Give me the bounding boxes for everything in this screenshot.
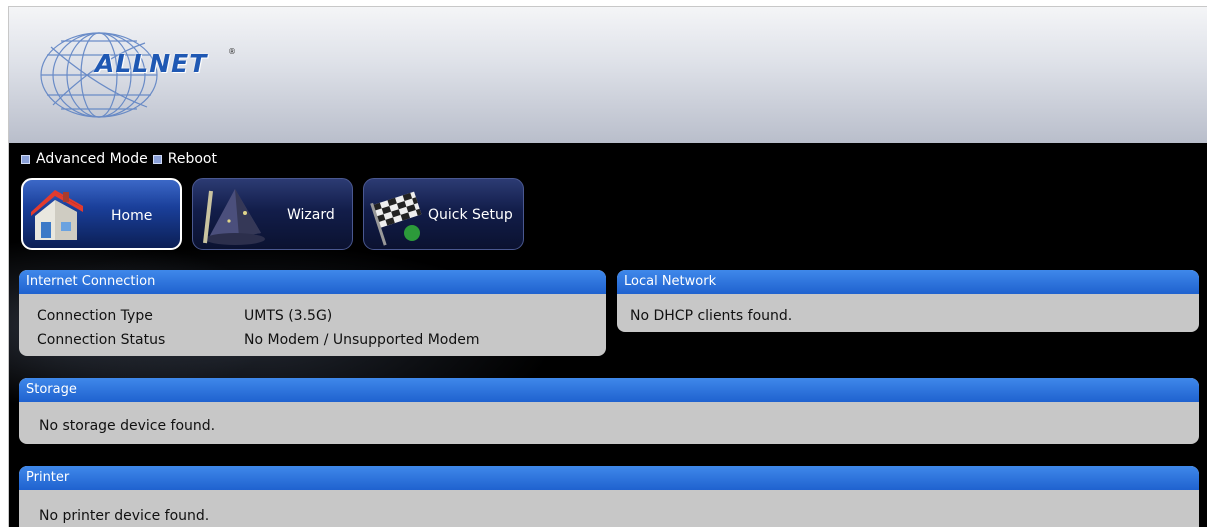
quick-setup-label: Quick Setup [428, 207, 513, 223]
square-bullet-icon [152, 154, 162, 164]
square-bullet-icon [21, 154, 30, 164]
home-label: Home [111, 208, 153, 224]
main-content: Advanced Mode Reboot Home Wizard Quick S… [9, 143, 1207, 527]
brand-logo-text: ALLNET [95, 49, 208, 78]
wizard-label: Wizard [287, 207, 335, 223]
house-icon [31, 190, 83, 240]
quick-setup-button[interactable]: Quick Setup [363, 178, 524, 250]
wizard-hat-icon [203, 189, 265, 245]
top-links: Advanced Mode Reboot [21, 151, 222, 167]
storage-title: Storage [19, 378, 1199, 402]
printer-panel: Printer No printer device found. [19, 466, 1199, 527]
internet-connection-title: Internet Connection [19, 270, 606, 294]
reboot-label: Reboot [167, 151, 217, 167]
connection-status-value: No Modem / Unsupported Modem [244, 332, 480, 348]
checkered-flag-icon [370, 191, 422, 246]
browser-frame: ALLNET ® Advanced Mode Reboot Home Wizar… [8, 6, 1207, 527]
printer-message: No printer device found. [39, 508, 210, 524]
storage-message: No storage device found. [39, 418, 216, 434]
advanced-mode-link[interactable]: Advanced Mode [21, 151, 148, 167]
local-network-title: Local Network [617, 270, 1199, 294]
internet-connection-panel: Internet Connection Connection Type UMTS… [19, 270, 606, 356]
connection-status-label: Connection Status [37, 332, 166, 348]
printer-title: Printer [19, 466, 1199, 490]
header-banner: ALLNET ® [9, 7, 1207, 143]
local-network-message: No DHCP clients found. [630, 308, 793, 324]
advanced-mode-label: Advanced Mode [36, 151, 148, 167]
reboot-link[interactable]: Reboot [152, 151, 217, 167]
home-button[interactable]: Home [21, 178, 182, 250]
storage-panel: Storage No storage device found. [19, 378, 1199, 444]
wizard-button[interactable]: Wizard [192, 178, 353, 250]
connection-type-value: UMTS (3.5G) [244, 308, 333, 324]
local-network-panel: Local Network No DHCP clients found. [617, 270, 1199, 332]
registered-mark: ® [228, 47, 236, 56]
connection-type-label: Connection Type [37, 308, 153, 324]
